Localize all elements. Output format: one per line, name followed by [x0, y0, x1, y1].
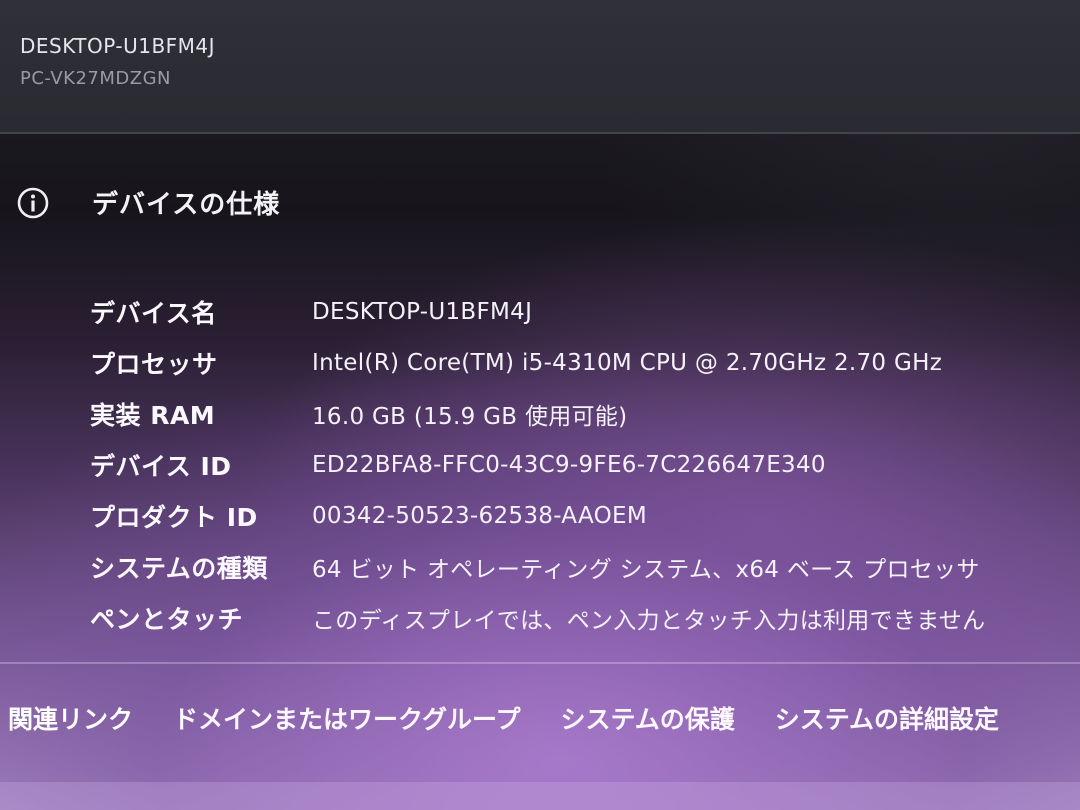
device-specs-table: デバイス名 DESKTOP-U1BFM4J プロセッサ Intel(R) Cor…	[90, 286, 985, 643]
section-divider	[0, 662, 1080, 664]
spec-value[interactable]: このディスプレイでは、ペン入力とタッチ入力は利用できません	[312, 601, 985, 635]
pc-model: PC-VK27MDZGN	[20, 68, 172, 89]
spec-label: 実装 RAM	[90, 400, 216, 430]
spec-value[interactable]: 64 ビット オペレーティング システム、x64 ベース プロセッサ	[312, 550, 980, 584]
spec-label: システムの種類	[90, 553, 268, 583]
spec-label: デバイス名	[90, 298, 217, 328]
spec-row-device-name: デバイス名 DESKTOP-U1BFM4J	[90, 286, 985, 337]
spec-row-product-id: プロダクト ID 00342-50523-62538-AAOEM	[90, 490, 985, 541]
related-links-heading: 関連リンク	[8, 705, 134, 734]
spec-value[interactable]: DESKTOP-U1BFM4J	[312, 299, 532, 325]
device-specs-title: デバイスの仕様	[92, 190, 281, 220]
link-domain-workgroup[interactable]: ドメインまたはワークグループ	[173, 700, 521, 736]
info-icon	[16, 186, 50, 220]
link-advanced-system-settings[interactable]: システムの詳細設定	[775, 700, 999, 736]
spec-row-system-type: システムの種類 64 ビット オペレーティング システム、x64 ベース プロセ…	[90, 541, 985, 592]
spec-row-pen-touch: ペンとタッチ このディスプレイでは、ペン入力とタッチ入力は利用できません	[90, 592, 985, 643]
spec-row-ram: 実装 RAM 16.0 GB (15.9 GB 使用可能)	[90, 388, 985, 439]
spec-row-processor: プロセッサ Intel(R) Core(TM) i5-4310M CPU @ 2…	[90, 337, 985, 388]
spec-row-device-id: デバイス ID ED22BFA8-FFC0-43C9-9FE6-7C226647…	[90, 439, 985, 490]
spec-label: ペンとタッチ	[90, 604, 244, 634]
spec-value[interactable]: 00342-50523-62538-AAOEM	[312, 503, 647, 529]
spec-value[interactable]: Intel(R) Core(TM) i5-4310M CPU @ 2.70GHz…	[312, 350, 942, 376]
spec-label: プロセッサ	[90, 349, 218, 379]
spec-value[interactable]: 16.0 GB (15.9 GB 使用可能)	[312, 397, 627, 431]
spec-value[interactable]: ED22BFA8-FFC0-43C9-9FE6-7C226647E340	[312, 452, 826, 478]
related-links-bar: 関連リンク ドメインまたはワークグループ システムの保護 システムの詳細設定	[8, 700, 1039, 736]
pc-name: DESKTOP-U1BFM4J	[20, 34, 216, 58]
spec-label: プロダクト ID	[90, 502, 258, 532]
device-specs-header[interactable]: デバイスの仕様	[16, 184, 280, 221]
link-system-protection[interactable]: システムの保護	[561, 700, 735, 736]
spec-label: デバイス ID	[90, 451, 232, 481]
device-header: DESKTOP-U1BFM4J PC-VK27MDZGN	[0, 0, 1080, 134]
bottom-edge	[0, 782, 1080, 810]
